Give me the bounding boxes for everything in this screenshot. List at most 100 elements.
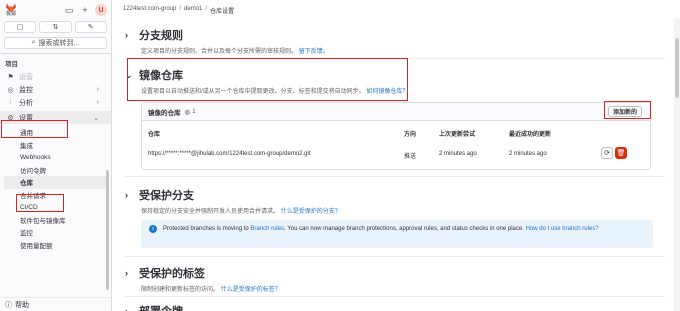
sidebar-sub-integrations[interactable]: 集成: [0, 139, 111, 152]
sidebar-item-label: 分析: [19, 99, 33, 107]
chevron-right-icon: ›: [125, 268, 128, 278]
gear-icon: ⚙: [7, 114, 14, 122]
mirror-card-header: 镜像的仓库 ◍ 1 添加新的: [142, 103, 650, 121]
mirror-card-title: 镜像的仓库: [148, 109, 181, 117]
section-header[interactable]: › 分支规则: [125, 27, 665, 43]
refresh-icon: ⟳: [604, 150, 610, 157]
search-button[interactable]: ⌕ 搜索或转到...: [4, 37, 107, 49]
sidebar-sub-cicd[interactable]: CI/CD: [0, 201, 111, 214]
sidebar-scrollbar[interactable]: [106, 170, 109, 290]
protected-tags-link[interactable]: 什么是受保护的标签？: [221, 287, 281, 293]
section-label-project: 项目: [0, 53, 111, 70]
breadcrumb-project[interactable]: demo1: [184, 6, 202, 15]
breadcrumb: 1224test.com-group / demo1 / 仓库设置: [123, 6, 234, 15]
sidebar-item-analytics[interactable]: ⫶ 分析 ›: [0, 96, 111, 109]
section-branch-rules: › 分支规则 定义项目的分支规则、合并以及每个分支所需的审核规则。 留下反馈。: [125, 27, 665, 55]
delete-button[interactable]: 🗑: [615, 147, 627, 159]
chevron-right-icon: ›: [125, 30, 128, 40]
avatar[interactable]: U: [95, 4, 107, 16]
sidebar-item-label: 设置: [19, 114, 33, 122]
logo-text: 极狐: [5, 11, 16, 17]
section-header[interactable]: ⌄ 镜像仓库: [125, 67, 665, 83]
sidebar-quick-buttons: ▢ ⇅ ✎: [0, 21, 111, 33]
how-to-mirror-link[interactable]: 如何镜像仓库？: [366, 89, 408, 95]
search-label: 搜索或转到...: [38, 40, 80, 47]
mirror-count-value: 1: [192, 108, 196, 115]
issues-button[interactable]: ▢: [4, 21, 37, 33]
chevron-right-icon: ›: [96, 86, 99, 93]
add-new-button[interactable]: 添加新的: [607, 106, 642, 117]
section-description: 定义项目的分支规则、合并以及每个分支所需的审核规则。 留下反馈。: [141, 46, 665, 55]
sidebar-item-settings[interactable]: ⚙ 设置 ⌄: [0, 111, 111, 124]
info-icon: i: [149, 225, 157, 233]
divider: [125, 176, 665, 177]
desc-text: 限制创建和更新标签的访问。: [141, 287, 220, 293]
branch-rules-link[interactable]: Branch rules: [250, 226, 284, 232]
chevron-right-icon: ›: [96, 99, 99, 106]
breadcrumb-separator: /: [205, 6, 208, 12]
sidebar-sub-repository[interactable]: 仓库: [4, 176, 107, 189]
how-to-use-branch-rules-link[interactable]: How do I use branch rules?: [526, 226, 599, 232]
protected-branches-link[interactable]: 什么是受保护的分支？: [281, 209, 341, 215]
sidebar-item-label: 运营: [19, 73, 33, 81]
sidebar: 极狐 ▭ + U ▢ ⇅ ✎ ⌕ 搜索或转到... 项目 ⚑ 运营 ◎ 监控 ›…: [0, 0, 112, 311]
breadcrumb-separator: /: [179, 6, 182, 12]
divider: [125, 296, 665, 297]
sidebar-sub-usage-quotas[interactable]: 使用量配额: [0, 239, 111, 252]
feedback-link[interactable]: 留下反馈。: [299, 49, 329, 55]
desc-text: 设置项目以自动推送和/或从另一个仓库中提取更改。分支、标签和提交将自动同步。: [141, 89, 365, 95]
section-header[interactable]: › 部署令牌: [125, 303, 665, 311]
alert-text-start: Protected branches is moving to: [163, 226, 249, 232]
alert-text: Protected branches is moving to Branch r…: [163, 225, 599, 234]
sidebar-item-operations[interactable]: ⚑ 运营: [0, 70, 111, 83]
main-scrollbar[interactable]: [674, 18, 680, 311]
section-title: 受保护分支: [139, 190, 194, 202]
sidebar-header: 极狐 ▭ + U: [0, 0, 111, 20]
section-header[interactable]: › 受保护的标签: [125, 265, 665, 281]
help-button[interactable]: ⓘ 帮助: [0, 297, 111, 311]
chevron-down-icon: ⌄: [125, 69, 133, 80]
create-new-icon[interactable]: +: [79, 4, 91, 16]
sidebar-item-monitor[interactable]: ◎ 监控 ›: [0, 83, 111, 96]
desc-text: 定义项目的分支规则、合并以及每个分支所需的审核规则。: [141, 49, 298, 55]
sidebar-sub-packages[interactable]: 软件包与镜像库: [0, 214, 111, 227]
section-title: 镜像仓库: [139, 70, 183, 82]
direction: 推送: [404, 154, 417, 160]
chevron-right-icon: ›: [125, 306, 128, 311]
section-protected-branches: › 受保护分支 保持稳定的分支安全并强制开发人员使用合并请求。 什么是受保护的分…: [125, 187, 665, 215]
chart-icon: ⫶: [9, 98, 12, 106]
section-description: 限制创建和更新标签的访问。 什么是受保护的标签？: [141, 284, 665, 293]
logo[interactable]: 极狐: [4, 3, 18, 17]
section-title: 分支规则: [139, 30, 183, 42]
sidebar-sub-general[interactable]: 通用: [0, 126, 111, 139]
sidebar-sub-monitor[interactable]: 监控: [0, 226, 111, 239]
sidebar-toggle-icon[interactable]: ▭: [63, 4, 75, 16]
section-description: 设置项目以自动推送和/或从另一个仓库中提取更改。分支、标签和提交将自动同步。 如…: [141, 86, 665, 95]
section-description: 保持稳定的分支安全并强制开发人员使用合并请求。 什么是受保护的分支？: [141, 206, 665, 215]
help-icon: ⓘ: [5, 301, 12, 309]
column-header: 最近成功的更新: [509, 132, 552, 138]
section-mirror: ⌄ 镜像仓库 设置项目以自动推送和/或从另一个仓库中提取更改。分支、标签和提交将…: [125, 67, 665, 96]
repo-url: https://*****:*****@jihulab.com/1224test…: [148, 151, 311, 157]
sidebar-sub-merge-requests[interactable]: 合并请求: [0, 189, 111, 202]
desc-text: 保持稳定的分支安全并强制开发人员使用合并请求。: [141, 209, 280, 215]
sync-button[interactable]: ⟳: [601, 147, 613, 159]
info-alert: i Protected branches is moving to Branch…: [141, 220, 653, 248]
todo-button[interactable]: ✎: [74, 21, 107, 33]
operations-icon: ⚑: [7, 73, 14, 81]
sidebar-sub-webhooks[interactable]: Webhooks: [0, 151, 111, 164]
mirror-count: ◍ 1: [185, 108, 196, 116]
mirror-card: 镜像的仓库 ◍ 1 添加新的 仓库 方向 上次更新尝试 最近成功的更新 http…: [141, 102, 651, 170]
section-title: 受保护的标签: [139, 268, 205, 280]
section-deploy-keys: › 部署令牌: [125, 303, 665, 311]
divider: [125, 58, 665, 59]
alert-text-mid: . You can now manage branch protections,…: [284, 226, 524, 232]
merge-requests-button[interactable]: ⇅: [39, 21, 72, 33]
section-header[interactable]: › 受保护分支: [125, 187, 665, 203]
breadcrumb-group[interactable]: 1224test.com-group: [123, 6, 176, 15]
chevron-right-icon: ›: [125, 190, 128, 200]
column-header: 方向: [404, 132, 417, 138]
scrollbar-thumb[interactable]: [675, 38, 679, 98]
sidebar-sub-access-tokens[interactable]: 访问令牌: [0, 164, 111, 177]
last-success: 2 minutes ago: [509, 151, 547, 157]
